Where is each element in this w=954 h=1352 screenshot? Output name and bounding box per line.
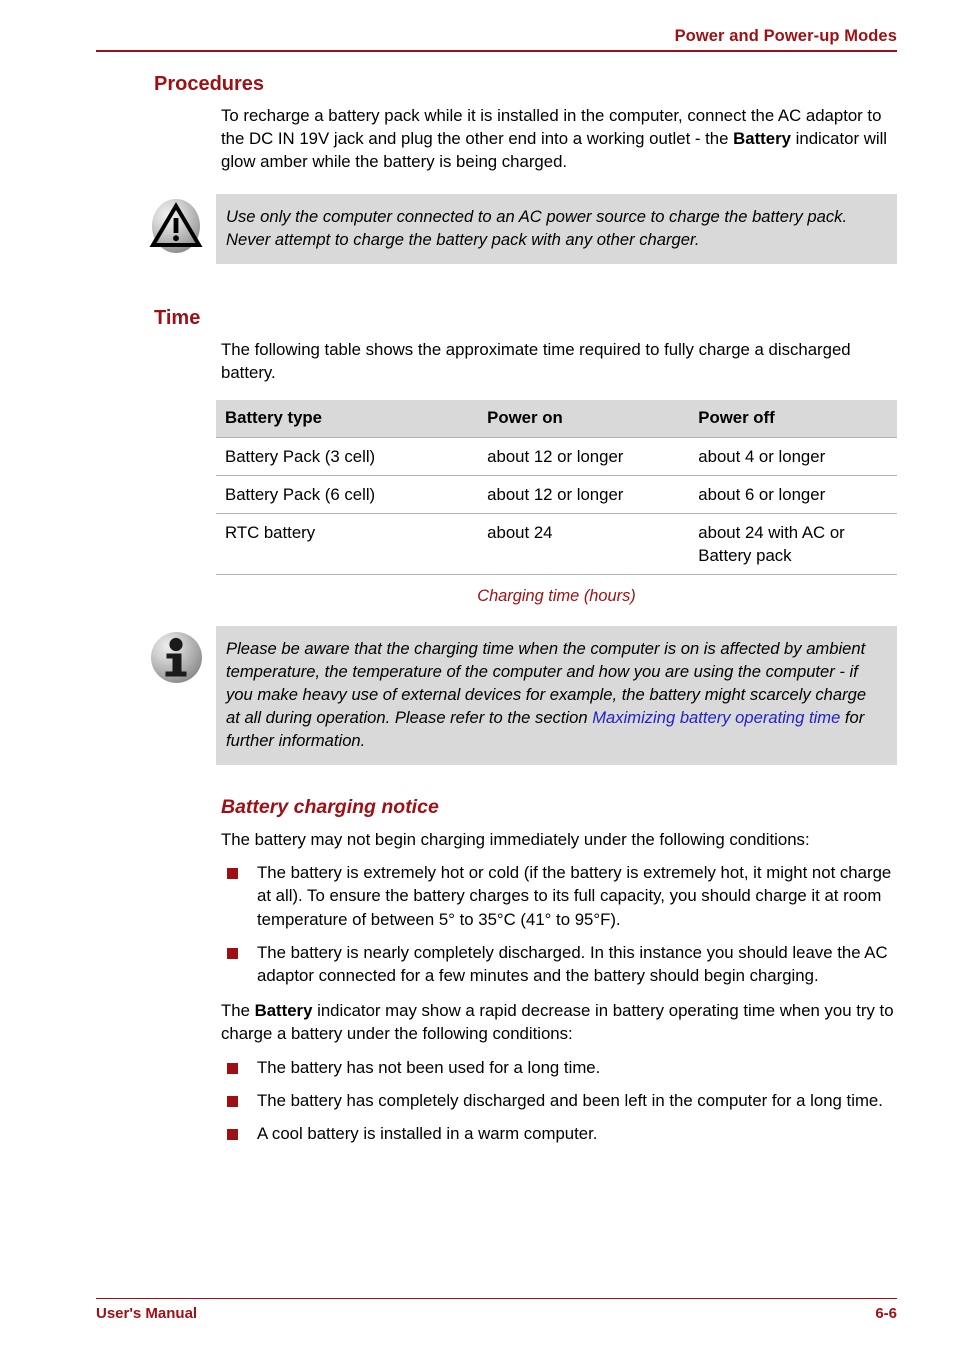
procedures-body: To recharge a battery pack while it is i… <box>221 104 897 174</box>
time-heading: Time <box>154 306 201 329</box>
info-i-glyph <box>165 637 187 677</box>
caution-note-box: Use only the computer connected to an AC… <box>149 193 897 264</box>
caution-note-text: Use only the computer connected to an AC… <box>226 206 848 249</box>
list-item-text: The battery is extremely hot or cold (if… <box>257 863 892 929</box>
warning-triangle-icon <box>148 198 204 254</box>
procedures-paragraph: To recharge a battery pack while it is i… <box>221 104 897 174</box>
procedures-heading: Procedures <box>154 73 265 95</box>
header-title: Power and Power-up Modes <box>674 27 897 45</box>
bullet-square-icon <box>227 947 238 959</box>
battery-indicator-part1: The <box>221 1001 255 1021</box>
column-header-power-off: Power off <box>689 400 897 438</box>
bullet-square-icon <box>227 1062 238 1074</box>
cell-power-on: about 12 or longer <box>478 437 690 476</box>
time-body: The following table shows the approximat… <box>221 338 897 384</box>
page-content: Procedures To recharge a battery pack wh… <box>0 72 954 1145</box>
battery-indicator-paragraph: The Battery indicator may show a rapid d… <box>221 999 897 1045</box>
list-item-text: The battery has completely discharged an… <box>257 1090 883 1110</box>
table-caption: Charging time (hours) <box>477 587 636 606</box>
document-page: Power and Power-up Modes Procedures To r… <box>0 0 954 1352</box>
info-note-box: Please be aware that the charging time w… <box>151 626 897 766</box>
cell-battery-type: Battery Pack (6 cell) <box>216 475 479 514</box>
cell-battery-type: Battery Pack (3 cell) <box>216 437 479 476</box>
footer-page-number: 6-6 <box>875 1305 897 1322</box>
bullet-square-icon <box>227 868 238 880</box>
cell-power-off: about 4 or longer <box>689 437 897 476</box>
table-row: Battery Pack (6 cell) about 12 or longer… <box>216 475 897 514</box>
cell-power-on: about 24 <box>478 513 690 576</box>
charging-conditions-list: The battery is extremely hot or cold (if… <box>221 861 897 987</box>
footer-divider <box>96 1298 897 1299</box>
cell-power-off: about 24 with AC or Battery pack <box>689 513 897 576</box>
warning-triangle-glyph <box>149 201 203 247</box>
column-header-battery-type: Battery type <box>216 400 479 438</box>
battery-indicator-part2: indicator may show a rapid decrease in b… <box>221 1001 894 1044</box>
list-item: The battery has completely discharged an… <box>221 1089 897 1112</box>
charging-time-table-wrapper: Battery type Power on Power off Battery … <box>216 400 897 606</box>
table-row: RTC battery about 24 about 24 with AC or… <box>216 513 897 576</box>
cell-power-on: about 12 or longer <box>478 475 690 514</box>
cell-power-off: about 6 or longer <box>689 475 897 514</box>
column-header-power-on: Power on <box>478 400 690 438</box>
charging-time-table: Battery type Power on Power off Battery … <box>216 400 897 576</box>
table-header-row: Battery type Power on Power off <box>216 400 897 438</box>
list-item-text: The battery has not been used for a long… <box>257 1057 601 1077</box>
page-header: Power and Power-up Modes <box>96 26 897 52</box>
list-item-text: The battery is nearly completely dischar… <box>257 942 888 986</box>
time-paragraph: The following table shows the approximat… <box>221 339 851 382</box>
bullet-square-icon <box>227 1129 238 1141</box>
list-item: A cool battery is installed in a warm co… <box>221 1122 897 1145</box>
footer-row: User's Manual 6-6 <box>96 1305 897 1322</box>
battery-indicator-bold: Battery <box>254 1001 313 1021</box>
footer-manual-label: User's Manual <box>96 1305 198 1322</box>
battery-charging-notice-section: Battery charging notice The battery may … <box>221 795 897 1145</box>
page-footer: User's Manual 6-6 <box>96 1298 897 1322</box>
battery-charging-notice-heading: Battery charging notice <box>221 796 439 819</box>
info-icon <box>148 630 204 686</box>
bullet-square-icon <box>227 1095 238 1107</box>
table-row: Battery Pack (3 cell) about 12 or longer… <box>216 437 897 476</box>
list-item: The battery is extremely hot or cold (if… <box>221 861 897 931</box>
list-item-text: A cool battery is installed in a warm co… <box>257 1124 598 1144</box>
info-note-text: Please be aware that the charging time w… <box>226 637 883 752</box>
header-divider <box>96 50 897 52</box>
procedures-paragraph-bold: Battery <box>733 129 791 149</box>
battery-charging-notice-intro: The battery may not begin charging immed… <box>221 830 810 850</box>
rapid-decrease-conditions-list: The battery has not been used for a long… <box>221 1056 897 1146</box>
maximizing-battery-operating-time-link[interactable]: Maximizing battery operating time <box>592 708 840 727</box>
list-item: The battery has not been used for a long… <box>221 1056 897 1079</box>
cell-battery-type: RTC battery <box>216 513 479 576</box>
list-item: The battery is nearly completely dischar… <box>221 941 897 987</box>
